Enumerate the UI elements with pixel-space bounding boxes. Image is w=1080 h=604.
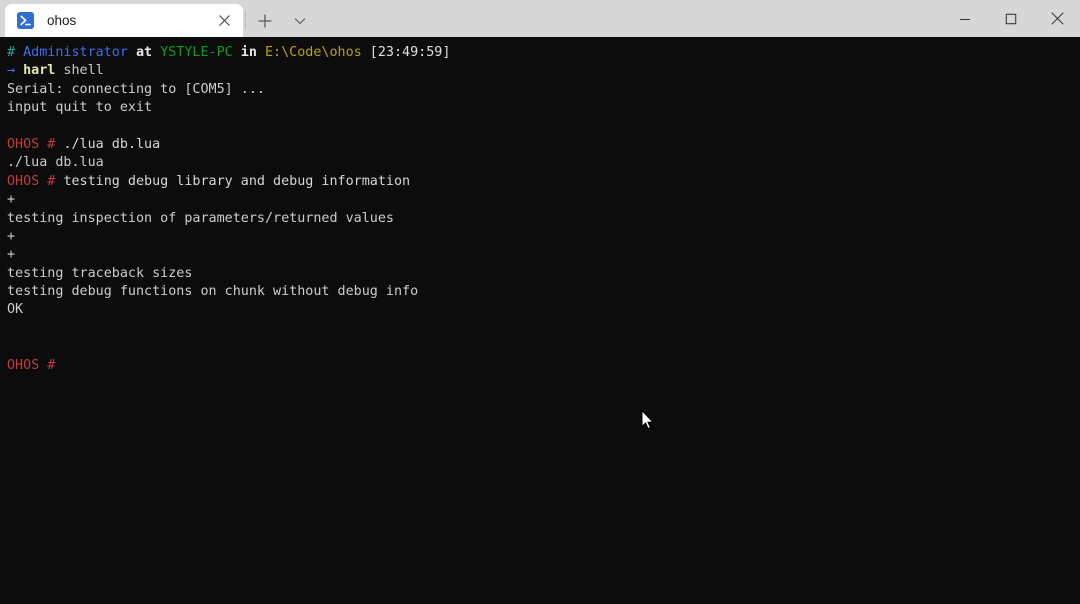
- terminal-line-plus-1: +: [7, 191, 1080, 209]
- terminal-span: Administrator: [23, 45, 128, 60]
- tab-title: ohos: [47, 13, 77, 28]
- maximize-button[interactable]: [988, 0, 1034, 37]
- close-button[interactable]: [1034, 0, 1080, 37]
- terminal-line-testing-inspection: testing inspection of parameters/returne…: [7, 210, 1080, 228]
- terminal-line-testing-traceback-sizes: testing traceback sizes: [7, 265, 1080, 283]
- terminal-span: in: [232, 45, 265, 60]
- terminal-span: +: [7, 192, 16, 208]
- terminal-span: YSTYLE-PC: [160, 45, 233, 60]
- terminal-line-prompt-header: # Administrator at YSTYLE-PC in E:\Code\…: [7, 44, 1080, 62]
- close-icon[interactable]: [211, 8, 237, 34]
- terminal-line-echo-run-lua: ./lua db.lua: [7, 154, 1080, 172]
- terminal-span: testing debug functions on chunk without…: [7, 284, 419, 300]
- terminal-span: OK: [7, 302, 24, 318]
- tab-strip: ohos: [0, 0, 315, 37]
- terminal-span: +: [7, 228, 16, 244]
- terminal-window: ohos # Administrator at YSTYLE-PC in E:\…: [0, 0, 1080, 604]
- terminal-span: at: [127, 45, 161, 60]
- tab-ohos[interactable]: ohos: [5, 4, 243, 37]
- window-titlebar: ohos: [0, 0, 1080, 37]
- terminal-line-ohos-run-lua: OHOS # ./lua db.lua: [7, 136, 1080, 154]
- terminal-line-blank-2: [7, 320, 1080, 338]
- terminal-line-blank-3: [7, 338, 1080, 356]
- terminal-line-result-ok: OK: [7, 301, 1080, 319]
- tabstrip-divider: [245, 11, 246, 29]
- terminal-line-ohos-testing-debug-library: OHOS # testing debug library and debug i…: [7, 173, 1080, 191]
- terminal-span: testing debug library and debug informat…: [63, 173, 411, 189]
- terminal-span: harl: [23, 63, 56, 79]
- terminal-span: ./lua db.lua: [63, 136, 161, 152]
- terminal-span: testing inspection of parameters/returne…: [7, 210, 394, 226]
- terminal-output-area[interactable]: # Administrator at YSTYLE-PC in E:\Code\…: [0, 37, 1080, 604]
- terminal-span: OHOS #: [7, 173, 64, 189]
- terminal-span: OHOS #: [7, 357, 64, 373]
- terminal-line-plus-2: +: [7, 228, 1080, 246]
- window-controls: [942, 0, 1080, 37]
- terminal-span: [23:49:59]: [361, 45, 451, 60]
- terminal-span: +: [7, 247, 16, 263]
- terminal-span: Serial: connecting to [COM5] ...: [7, 81, 265, 97]
- chevron-down-icon[interactable]: [285, 4, 315, 37]
- terminal-line-ohos-prompt-idle: OHOS #: [7, 357, 1080, 375]
- terminal-span: testing traceback sizes: [7, 265, 193, 281]
- new-tab-button[interactable]: [250, 4, 280, 37]
- powershell-icon: [17, 12, 34, 29]
- terminal-line-command-harl-shell: → harl shell: [7, 62, 1080, 80]
- terminal-line-serial-connecting: Serial: connecting to [COM5] ...: [7, 81, 1080, 99]
- terminal-span: OHOS #: [7, 136, 64, 152]
- terminal-span: #: [7, 45, 24, 60]
- minimize-button[interactable]: [942, 0, 988, 37]
- terminal-span: input quit to exit: [7, 100, 153, 116]
- terminal-span: ./lua db.lua: [7, 155, 104, 171]
- terminal-span: shell: [55, 63, 104, 79]
- terminal-line-input-quit-hint: input quit to exit: [7, 99, 1080, 117]
- terminal-line-blank-1: [7, 118, 1080, 136]
- terminal-span: →: [7, 63, 24, 79]
- terminal-span: E:\Code\ohos: [265, 45, 362, 60]
- terminal-line-plus-3: +: [7, 246, 1080, 264]
- terminal-line-testing-debug-functions: testing debug functions on chunk without…: [7, 283, 1080, 301]
